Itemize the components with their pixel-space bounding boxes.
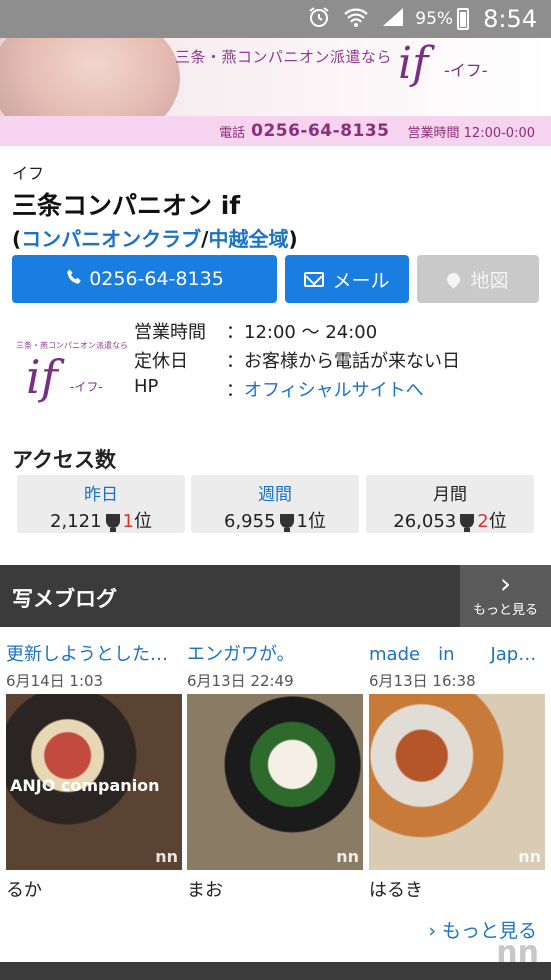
map-pin-icon <box>444 269 464 289</box>
blog-post-photo[interactable]: nn <box>369 694 545 870</box>
access-card-daily: 昨日 2,121 1位 <box>17 475 185 533</box>
header-banner[interactable]: 三条・燕コンパニオン派遣なら if -イフ- <box>0 38 551 116</box>
access-count: 2,121 <box>50 511 102 532</box>
phone-icon <box>65 268 83 291</box>
mail-button-label: メール <box>332 269 390 292</box>
shop-kana: イフ <box>12 164 45 183</box>
access-rank: 2 <box>477 511 489 532</box>
blog-post-author[interactable]: るか <box>6 876 42 902</box>
official-site-link[interactable]: オフィシャルサイトへ <box>244 376 424 402</box>
call-button[interactable]: 0256-64-8135 <box>12 255 277 303</box>
call-button-label: 0256-64-8135 <box>89 268 224 290</box>
access-stat: 2,121 1位 <box>17 507 185 533</box>
blog-more-button[interactable]: › もっと見る <box>460 565 551 627</box>
trophy-icon <box>460 514 475 532</box>
photo-watermark: nn <box>155 847 178 866</box>
trophy-icon <box>279 514 294 532</box>
access-card-weekly: 週間 6,955 1位 <box>191 475 359 533</box>
map-button[interactable]: 地図 <box>417 255 539 303</box>
blog-post-author[interactable]: まお <box>187 876 223 902</box>
next-section-header <box>0 962 551 980</box>
info-row-holiday: 定休日 ：お客様から電話が来ない日 <box>134 347 460 373</box>
blog-post-date: 6月14日 1:03 <box>6 672 104 690</box>
chevron-right-icon: › <box>428 920 442 942</box>
access-stat: 6,955 1位 <box>191 507 359 533</box>
blog-post-title[interactable]: 更新しようとした… <box>6 640 182 666</box>
category-link[interactable]: コンパニオンクラブ <box>21 227 201 251</box>
phone-label: 電話 <box>219 125 246 141</box>
shop-name: 三条コンパニオン if <box>12 191 241 220</box>
shop-logo: 三条・燕コンパニオン派遣なら if -イフ- <box>12 322 128 412</box>
info-row-hp: HP ： オフィシャルサイトへ <box>134 376 424 402</box>
access-title: アクセス数 <box>12 448 116 472</box>
battery-percent: 95% <box>415 9 454 29</box>
banner-contact-bar: 電話 0256-64-8135 営業時間 12:00-0:00 <box>0 116 551 146</box>
banner-hours: 営業時間 12:00-0:00 <box>407 125 535 141</box>
access-period: 月間 <box>433 485 467 505</box>
blog-post-date: 6月13日 16:38 <box>369 672 476 690</box>
shop-logo-text: if <box>26 350 58 404</box>
shop-categories: (コンパニオンクラブ/中越全域) <box>12 223 298 252</box>
info-key: HP <box>134 376 159 397</box>
banner-logo: if <box>398 38 429 89</box>
trophy-icon <box>105 514 120 532</box>
banner-phone[interactable]: 0256-64-8135 <box>251 121 389 141</box>
access-rank: 1 <box>296 511 308 532</box>
paren-close: ) <box>288 227 298 251</box>
map-button-label: 地図 <box>470 269 509 292</box>
blog-post-title[interactable]: エンガワが。 <box>187 640 363 666</box>
access-count: 6,955 <box>224 511 276 532</box>
blog-post-title[interactable]: made in Jap… <box>369 640 545 666</box>
access-period[interactable]: 昨日 <box>17 480 185 505</box>
photo-caption: ANJO companion <box>10 776 160 795</box>
rank-suffix: 位 <box>133 511 152 532</box>
photo-watermark: nn <box>518 847 541 866</box>
info-key: 営業時間 <box>134 322 206 343</box>
blog-post[interactable]: made in Jap… 6月13日 16:38 nn はるき <box>369 640 545 901</box>
mail-button[interactable]: メール <box>285 255 409 303</box>
blog-more-label: もっと見る <box>472 603 538 618</box>
info-colon: ： <box>226 380 244 401</box>
blog-post-photo[interactable]: ANJO companion nn <box>6 694 182 870</box>
access-card-monthly: 月間 26,053 2位 <box>366 475 534 533</box>
blog-post[interactable]: 更新しようとした… 6月14日 1:03 ANJO companion nn る… <box>6 640 182 901</box>
status-bar: 95% 8:54 <box>0 0 551 38</box>
shop-logo-kana: -イフ- <box>70 380 103 394</box>
alarm-icon <box>307 5 331 33</box>
blog-post-photo[interactable]: nn <box>187 694 363 870</box>
banner-logo-kana: -イフ- <box>444 61 488 80</box>
access-count: 26,053 <box>393 511 457 532</box>
info-row-hours: 営業時間 ：12:00 〜 24:00 <box>134 318 377 344</box>
blog-post-author[interactable]: はるき <box>369 876 423 902</box>
access-rank: 1 <box>122 511 134 532</box>
banner-tagline: 三条・燕コンパニオン派遣なら <box>175 48 393 66</box>
info-value: ：お客様から電話が来ない日 <box>226 351 460 372</box>
signal-icon <box>381 6 405 32</box>
wifi-icon <box>343 6 369 32</box>
blog-section-header: 写メブログ › もっと見る <box>0 565 551 627</box>
chevron-right-icon: › <box>499 567 512 600</box>
photo-watermark: nn <box>336 847 359 866</box>
rank-suffix: 位 <box>488 511 507 532</box>
clock: 8:54 <box>483 5 537 33</box>
area-link[interactable]: 中越全域 <box>208 227 288 251</box>
blog-post-date: 6月13日 22:49 <box>187 672 294 690</box>
access-period[interactable]: 週間 <box>191 480 359 505</box>
paren-open: ( <box>12 227 22 251</box>
info-value: ：12:00 〜 24:00 <box>226 322 378 343</box>
info-key: 定休日 <box>134 351 188 372</box>
access-stat: 26,053 2位 <box>366 507 534 533</box>
rank-suffix: 位 <box>307 511 326 532</box>
mail-icon <box>304 271 325 287</box>
blog-post[interactable]: エンガワが。 6月13日 22:49 nn まお <box>187 640 363 901</box>
battery-icon <box>457 8 470 30</box>
blog-section-title: 写メブログ <box>12 587 117 611</box>
banner-model-image <box>0 38 180 116</box>
